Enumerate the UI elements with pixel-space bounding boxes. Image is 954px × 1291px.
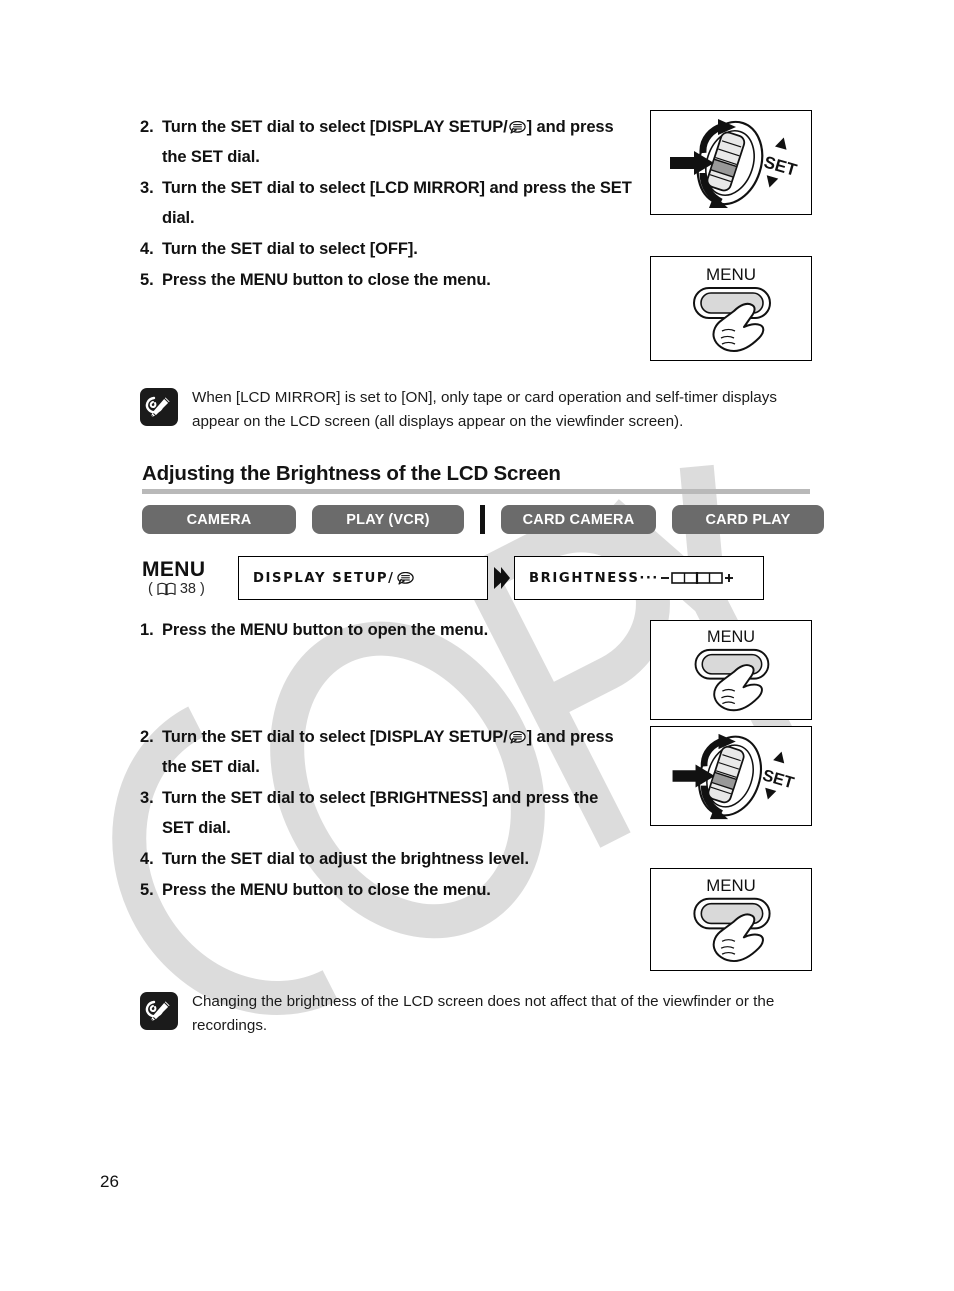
step-item: 2. Turn the SET dial to select [DISPLAY … — [140, 722, 632, 782]
step-number: 4. — [140, 850, 154, 869]
menu-button-illustration: MENU — [650, 868, 812, 971]
mode-tabs: CAMERA PLAY (VCR) CARD CAMERA CARD PLAY — [142, 505, 824, 534]
step-text: Turn the SET dial to select [DISPLAY SET… — [162, 728, 614, 777]
step-number: 3. — [140, 789, 154, 808]
step-item: 2. Turn the SET dial to select [DISPLAY … — [140, 112, 632, 172]
note-pencil-icon — [140, 992, 178, 1030]
menu-box-text: DISPLAY SETUP/ — [253, 571, 415, 586]
menu-path: MENU ( 38) DISPLAY SETUP/ BRIGHTNESS ··· — [142, 556, 764, 600]
tab-camera[interactable]: CAMERA — [142, 505, 296, 534]
set-dial-illustration: SET — [650, 726, 812, 826]
menu-box-text: BRIGHTNESS ··· — [529, 570, 734, 586]
step-text: Turn the SET dial to adjust the brightne… — [162, 850, 530, 869]
step-item: 3. Turn the SET dial to select [BRIGHTNE… — [140, 783, 632, 843]
step-text: Press the MENU button to open the menu. — [162, 621, 489, 639]
menu-button-illustration: MENU — [650, 256, 812, 361]
paren-close: ) — [199, 581, 205, 597]
display-setup-icon — [508, 121, 526, 134]
step-number: 5. — [140, 881, 154, 900]
menu-button-illustration: MENU — [650, 620, 812, 720]
tab-card-camera[interactable]: CARD CAMERA — [501, 505, 656, 534]
menu-box-display-setup[interactable]: DISPLAY SETUP/ — [238, 556, 488, 600]
step-text: Turn the SET dial to select [OFF]. — [162, 240, 418, 259]
step-item: 4. Turn the SET dial to adjust the brigh… — [140, 844, 632, 874]
set-dial-illustration: SET — [650, 110, 812, 215]
page-title: Adjusting the Brightness of the LCD Scre… — [142, 462, 561, 485]
step-text: Turn the SET dial to select [BRIGHTNESS]… — [162, 789, 599, 838]
menu-button-label: MENU — [706, 265, 756, 284]
note-text: When [LCD MIRROR] is set to [ON], only t… — [192, 389, 777, 430]
step-text: Turn the SET dial to select [DISPLAY SET… — [162, 118, 614, 167]
step-item: 3. Turn the SET dial to select [LCD MIRR… — [140, 173, 632, 233]
tab-group-separator — [480, 505, 485, 534]
heading-divider — [142, 489, 810, 494]
menu-path-label: MENU ( 38) — [142, 556, 238, 597]
menu-button-label: MENU — [707, 628, 755, 646]
section-heading-wrap: Adjusting the Brightness of the LCD Scre… — [142, 462, 810, 494]
step-item: 5. Press the MENU button to close the me… — [140, 265, 632, 295]
display-setup-icon — [508, 731, 526, 744]
menu-keyword: MENU — [142, 558, 206, 581]
brightness-steps-list: 2. Turn the SET dial to select [DISPLAY … — [140, 722, 632, 906]
open-book-icon — [157, 582, 176, 596]
brightness-step-1: 1. Press the MENU button to open the men… — [140, 615, 632, 646]
display-setup-icon — [396, 571, 414, 585]
step-text: Press the MENU button to close the menu. — [162, 881, 491, 900]
tab-play-vcr[interactable]: PLAY (VCR) — [312, 505, 464, 534]
paren-open: ( — [148, 581, 153, 597]
tab-card-play[interactable]: CARD PLAY — [672, 505, 824, 534]
step-number: 4. — [140, 240, 154, 259]
note-pencil-icon — [140, 388, 178, 426]
top-steps-list: 2. Turn the SET dial to select [DISPLAY … — [140, 112, 632, 296]
step-number: 5. — [140, 271, 154, 290]
menu-button-label: MENU — [706, 876, 756, 895]
menu-box-brightness[interactable]: BRIGHTNESS ··· — [514, 556, 764, 600]
note-text: Changing the brightness of the LCD scree… — [192, 993, 775, 1034]
step-number: 1. — [140, 621, 154, 639]
menu-path-arrow-icon — [488, 556, 514, 600]
page-number: 26 — [100, 1172, 119, 1191]
step-text: Press the MENU button to close the menu. — [162, 271, 491, 290]
step-number: 2. — [140, 728, 154, 746]
menu-page-reference: ( 38) — [142, 581, 238, 597]
step-item: 1. Press the MENU button to open the men… — [140, 615, 632, 645]
step-text: Turn the SET dial to select [LCD MIRROR]… — [162, 179, 632, 228]
brightness-slider-icon — [660, 570, 734, 586]
step-item: 4. Turn the SET dial to select [OFF]. — [140, 234, 632, 264]
step-number: 2. — [140, 118, 154, 136]
step-item: 5. Press the MENU button to close the me… — [140, 875, 632, 905]
step-number: 3. — [140, 179, 154, 198]
note-brightness: Changing the brightness of the LCD scree… — [140, 990, 820, 1037]
note-lcd-mirror: When [LCD MIRROR] is set to [ON], only t… — [140, 386, 820, 433]
menu-page-number: 38 — [179, 581, 196, 597]
